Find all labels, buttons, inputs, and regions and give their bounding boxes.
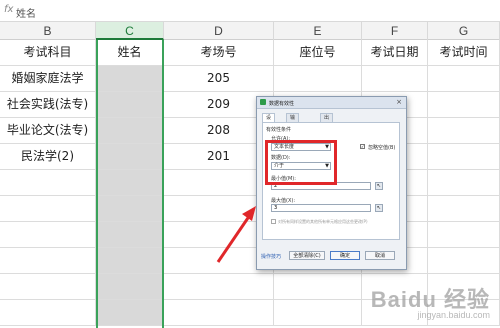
table-cell[interactable] [164,274,274,299]
table-cell[interactable] [428,118,500,143]
table-cell[interactable] [96,118,164,143]
data-value: 介于 [274,163,285,169]
allow-select[interactable]: 文本长度 ▼ [271,143,331,151]
min-label: 最小值(M): [271,176,296,182]
table-cell[interactable] [96,196,164,221]
apply-all-label: 对所有同样设置的其他所有单元格应用这些更改(P) [278,219,368,224]
ignore-blank-label: 忽略空值(B) [368,145,396,151]
range-picker-icon[interactable]: ↖ [375,182,383,190]
table-cell[interactable] [0,196,96,221]
header-row: 考试科目 姓名 考场号 座位号 考试日期 考试时间 [0,40,500,66]
table-cell[interactable] [96,248,164,273]
table-cell[interactable] [96,222,164,247]
formula-value[interactable]: 姓名 [16,5,36,20]
table-cell[interactable] [274,274,362,299]
range-picker-icon[interactable]: ↖ [375,204,383,212]
table-cell[interactable]: 姓名 [96,40,164,65]
dialog-title: 数据有效性 [269,101,295,107]
data-select[interactable]: 介于 ▼ [271,162,331,170]
fx-icon: fx [4,4,14,15]
tab-error-alert[interactable]: 出错警告 [320,113,334,148]
help-link[interactable]: 操作技巧 [261,253,281,260]
table-row [0,248,500,274]
allow-label: 允许(A): [271,136,291,142]
table-cell[interactable]: 毕业论文(法专) [0,118,96,143]
table-cell[interactable] [428,248,500,273]
table-row [0,170,500,196]
table-cell[interactable] [274,66,362,91]
table-row: 民法学(2) 201 [0,144,500,170]
table-cell[interactable] [0,248,96,273]
table-cell[interactable] [96,92,164,117]
table-cell[interactable] [0,222,96,247]
watermark-brand: Baidu 经验 [370,287,490,312]
table-cell[interactable] [0,170,96,195]
column-header-d[interactable]: D [164,22,274,40]
clear-all-button[interactable]: 全部清除(C) [289,251,325,260]
table-row: 社会实践(法专) 209 [0,92,500,118]
table-cell[interactable] [428,196,500,221]
table-cell[interactable]: 民法学(2) [0,144,96,169]
table-cell[interactable]: 考场号 [164,40,274,65]
apply-all-checkbox[interactable] [271,219,276,224]
table-cell[interactable]: 考试科目 [0,40,96,65]
table-cell[interactable] [428,66,500,91]
table-cell[interactable] [96,170,164,195]
table-cell[interactable]: 205 [164,66,274,91]
table-cell[interactable] [96,274,164,299]
table-row: 毕业论文(法专) 208 [0,118,500,144]
table-row [0,222,500,248]
table-row: 婚姻家庭法学 205 [0,66,500,92]
close-icon[interactable]: × [396,98,402,106]
column-header-f[interactable]: F [362,22,428,40]
max-label: 最大值(X): [271,198,296,204]
table-cell[interactable] [362,66,428,91]
table-cell[interactable] [274,300,362,325]
ok-button[interactable]: 确定 [330,251,360,260]
table-cell[interactable]: 婚姻家庭法学 [0,66,96,91]
column-header-c[interactable]: C [96,22,164,40]
column-header-g[interactable]: G [428,22,500,40]
table-cell[interactable] [96,66,164,91]
data-validation-dialog: 数据有效性 × 设置 输入信息 出错警告 有效性条件 允许(A): 文本长度 ▼… [256,96,407,270]
tab-input-message[interactable]: 输入信息 [286,113,300,148]
formula-bar[interactable]: fx 姓名 [0,0,500,22]
dialog-titlebar[interactable]: 数据有效性 × [257,97,406,109]
table-cell[interactable] [96,300,164,325]
app-icon [260,99,266,105]
watermark: Baidu 经验 jingyan.baidu.com [371,282,490,320]
chevron-down-icon: ▼ [325,144,329,150]
table-cell[interactable] [0,274,96,299]
table-cell[interactable] [428,222,500,247]
table-cell[interactable] [428,144,500,169]
table-cell[interactable]: 考试日期 [362,40,428,65]
table-cell[interactable]: 考试时间 [428,40,500,65]
tab-settings[interactable]: 设置 [262,113,276,130]
table-cell[interactable] [428,92,500,117]
min-input[interactable]: 2 [271,182,371,190]
ignore-blank-checkbox[interactable]: ✓ [360,144,365,149]
max-input[interactable]: 3 [271,204,371,212]
settings-panel: 有效性条件 允许(A): 文本长度 ▼ ✓ 忽略空值(B) 数据(D): 介于 … [262,122,400,240]
allow-value: 文本长度 [274,144,295,150]
section-title: 有效性条件 [266,127,292,133]
table-cell[interactable] [428,170,500,195]
table-cell[interactable]: 社会实践(法专) [0,92,96,117]
table-row [0,196,500,222]
data-label: 数据(D): [271,155,291,161]
column-headers: BCDEFG [0,22,500,40]
chevron-down-icon: ▼ [325,163,329,169]
table-cell[interactable]: 座位号 [274,40,362,65]
table-cell[interactable] [96,144,164,169]
cancel-button[interactable]: 取消 [365,251,395,260]
table-cell[interactable] [0,300,96,325]
column-header-b[interactable]: B [0,22,96,40]
column-header-e[interactable]: E [274,22,362,40]
table-cell[interactable] [164,300,274,325]
